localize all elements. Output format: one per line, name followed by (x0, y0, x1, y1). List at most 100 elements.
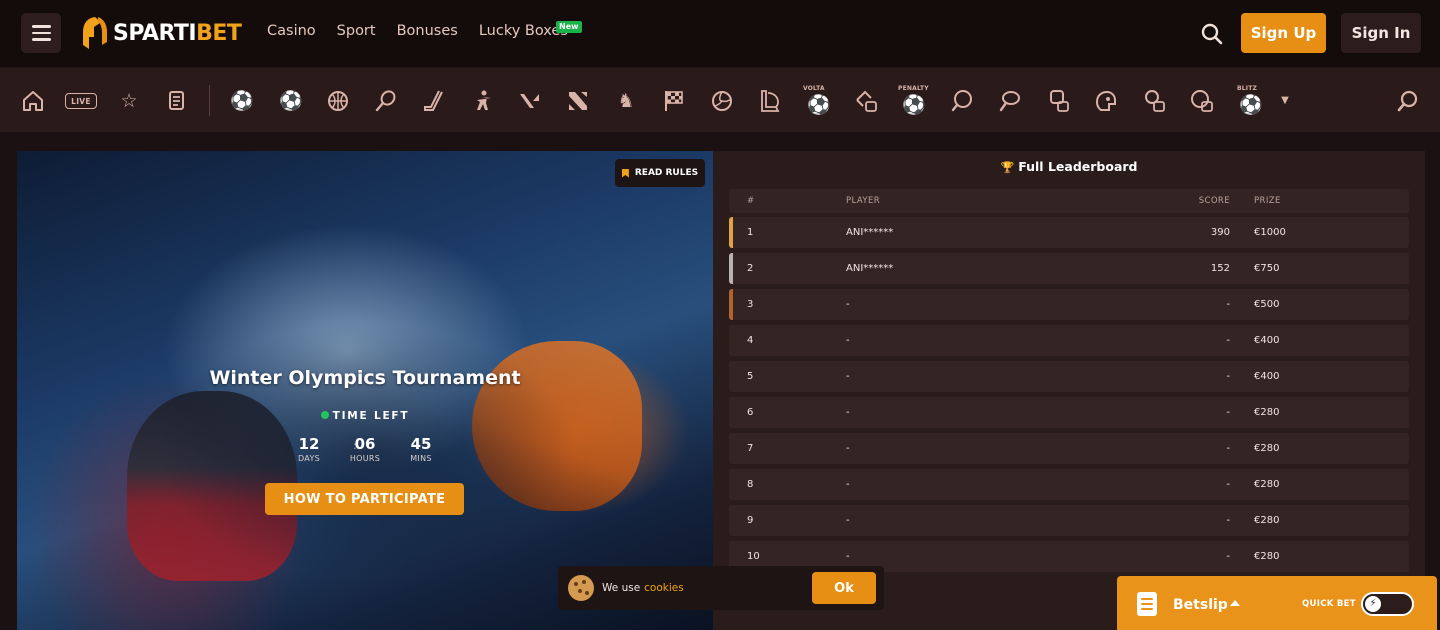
col-score: SCORE (1198, 196, 1230, 206)
live-icon[interactable]: LIVE (65, 93, 97, 109)
banner-overlay (17, 151, 713, 630)
nav-bonuses[interactable]: Bonuses (397, 23, 458, 39)
esoccer-icon[interactable]: ⚽ (278, 88, 304, 114)
cookies-link[interactable]: cookies (644, 582, 684, 594)
hockey-icon[interactable] (421, 88, 447, 114)
table-tennis-icon[interactable] (949, 88, 975, 114)
row-prize: €500 (1254, 299, 1280, 310)
cookie-ok-button[interactable]: Ok (812, 572, 876, 604)
dota-icon[interactable] (565, 88, 591, 114)
volta-icon[interactable]: ⚽ (806, 92, 832, 118)
leaderboard-row: 8 - - €280 (729, 469, 1409, 500)
rank-accent-bar (729, 289, 733, 320)
cookie-text: We use cookies (602, 582, 684, 594)
row-score: 390 (1210, 227, 1230, 238)
live-dot-icon (320, 411, 329, 419)
row-score: 152 (1210, 263, 1230, 274)
row-score: - (1226, 443, 1230, 454)
leaderboard-header: # PLAYER SCORE PRIZE (729, 189, 1409, 213)
row-player: - (846, 479, 850, 490)
main-nav: Casino Sport Bonuses Lucky Boxes (267, 23, 568, 39)
row-prize: €280 (1254, 551, 1280, 562)
etennis-icon[interactable] (1141, 88, 1167, 114)
row-player: - (846, 443, 850, 454)
valorant-icon[interactable] (517, 88, 543, 114)
nav-casino[interactable]: Casino (267, 23, 316, 39)
basketball-blitz-icon[interactable] (1189, 88, 1215, 114)
countdown-mins: 45 MINS (410, 435, 432, 463)
leaderboard-row: 3 - - €500 (729, 289, 1409, 320)
col-prize: PRIZE (1254, 196, 1281, 206)
row-prize: €280 (1254, 443, 1280, 454)
logo-wordmark: SPARTIBET (113, 20, 242, 46)
league-of-legends-icon[interactable] (757, 88, 783, 114)
row-rank: 10 (747, 551, 760, 562)
star-icon[interactable]: ☆ (116, 88, 142, 114)
menu-hamburger-button[interactable] (21, 13, 61, 53)
how-to-participate-button[interactable]: HOW TO PARTICIPATE (265, 483, 464, 515)
quick-bet-toggle[interactable]: ⚡ (1361, 592, 1414, 616)
sports-search-icon[interactable] (1395, 88, 1421, 114)
new-badge: New (556, 21, 582, 33)
row-score: - (1226, 299, 1230, 310)
row-player: - (846, 551, 850, 562)
cookie-banner: We use cookies Ok (558, 566, 884, 610)
row-score: - (1226, 407, 1230, 418)
bookmark-icon (621, 168, 629, 178)
quick-bet-label: QUICK BET (1302, 599, 1356, 609)
sign-up-button[interactable]: Sign Up (1241, 13, 1326, 53)
leaderboard-row: 1 ANI****** 390 €1000 (729, 217, 1409, 248)
american-football-icon[interactable] (1093, 88, 1119, 114)
time-left-label: TIME LEFT (17, 410, 713, 422)
tennis-icon[interactable] (373, 88, 399, 114)
row-player: - (846, 515, 850, 526)
betslip-bar[interactable]: Betslip QUICK BET ⚡ (1117, 576, 1437, 630)
cookie-icon (568, 575, 594, 601)
sign-in-button[interactable]: Sign In (1341, 13, 1421, 53)
more-sports-caret-icon[interactable]: ▼ (1272, 88, 1298, 114)
read-rules-label: READ RULES (634, 168, 699, 178)
search-icon[interactable] (1200, 22, 1224, 46)
spartibet-logo[interactable]: SPARTIBET (80, 14, 242, 52)
full-leaderboard-link[interactable]: 🏆 Full Leaderboard (713, 159, 1425, 174)
row-score: - (1226, 371, 1230, 382)
row-prize: €1000 (1254, 227, 1286, 238)
row-player: - (846, 299, 850, 310)
penalty-icon[interactable]: ⚽ (901, 92, 927, 118)
row-score: - (1226, 515, 1230, 526)
home-icon[interactable] (20, 88, 46, 114)
volleyball-icon[interactable] (709, 88, 735, 114)
row-rank: 3 (747, 299, 754, 310)
counter-strike-icon[interactable] (469, 88, 495, 114)
row-rank: 8 (747, 479, 754, 490)
chevron-up-icon[interactable] (1230, 600, 1240, 606)
soccer-icon[interactable]: ⚽ (229, 88, 255, 114)
badminton-icon[interactable] (997, 88, 1023, 114)
blitz-icon[interactable]: ⚽ (1238, 92, 1264, 118)
ebasketball-icon[interactable] (853, 88, 879, 114)
row-prize: €400 (1254, 371, 1280, 382)
volta-label: VOLTA (803, 85, 825, 92)
countdown-separator: : (353, 439, 357, 452)
nav-sport[interactable]: Sport (337, 23, 376, 39)
countdown-days: 12 DAYS (297, 435, 321, 463)
boxing-icon[interactable] (1045, 88, 1071, 114)
nav-lucky-boxes[interactable]: Lucky Boxes (479, 23, 568, 39)
betslip-list-icon[interactable] (164, 88, 190, 114)
row-rank: 6 (747, 407, 754, 418)
lightning-icon: ⚡ (1365, 596, 1381, 612)
tournament-title: Winter Olympics Tournament (209, 367, 521, 389)
tournament-banner: READ RULES Winter Olympics Tournament TI… (17, 151, 713, 630)
leaderboard-row: 5 - - €400 (729, 361, 1409, 392)
betslip-label: Betslip (1173, 597, 1228, 613)
row-score: - (1226, 335, 1230, 346)
racing-flag-icon[interactable] (661, 88, 687, 114)
countdown-hours: 06 HOURS (349, 435, 381, 463)
basketball-icon[interactable] (325, 88, 351, 114)
trophy-icon: 🏆 (1000, 161, 1015, 174)
col-player: PLAYER (846, 196, 881, 206)
chess-icon[interactable]: ♞ (613, 88, 639, 114)
row-player: - (846, 407, 850, 418)
read-rules-button[interactable]: READ RULES (615, 159, 705, 187)
row-prize: €280 (1254, 407, 1280, 418)
